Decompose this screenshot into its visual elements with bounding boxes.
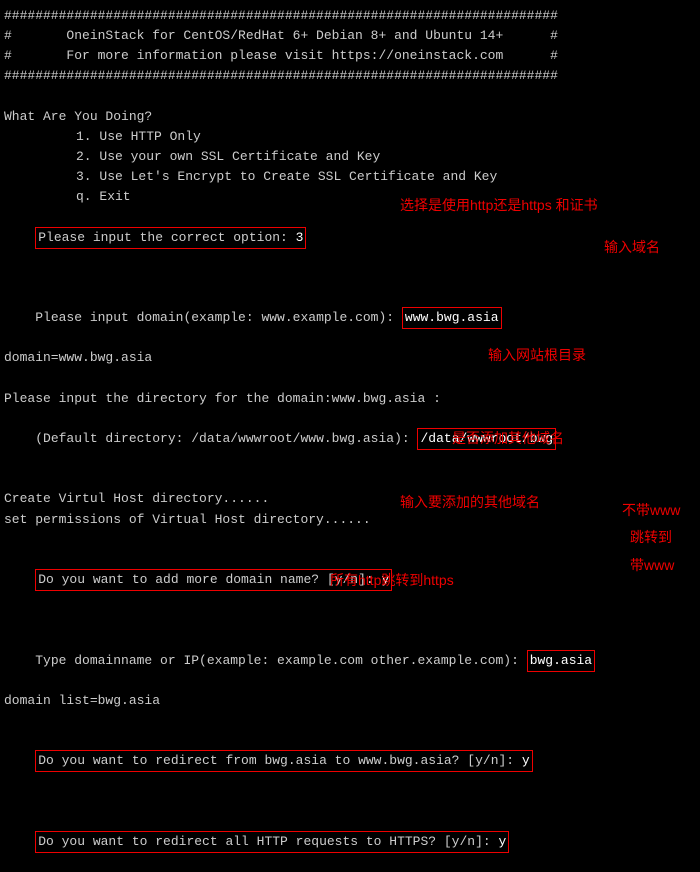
annotation-redirect-3: 带www — [630, 555, 674, 577]
domain-echo: domain=www.bwg.asia — [4, 348, 696, 368]
annotation-redirect-1: 不带www — [622, 500, 680, 522]
annotation-option: 选择是使用http还是https 和证书 — [400, 195, 598, 217]
dir-prompt-1: Please input the directory for the domai… — [4, 389, 696, 409]
redirect-box: Do you want to redirect from bwg.asia to… — [35, 750, 533, 772]
domain-prompt: Please input domain(example: www.example… — [35, 310, 402, 325]
annotation-more: 是否添加其他域名 — [452, 428, 564, 450]
https-prompt: Do you want to redirect all HTTP request… — [38, 834, 498, 849]
domain-input[interactable]: www.bwg.asia — [402, 307, 502, 329]
dir-prompt-2: (Default directory: /data/wwwroot/www.bw… — [35, 431, 417, 446]
option-prompt: Please input the correct option: — [38, 230, 295, 245]
annotation-domain: 输入域名 — [604, 237, 660, 259]
annotation-type-domain: 输入要添加的其他域名 — [400, 492, 540, 514]
menu-option-1: 1. Use HTTP Only — [4, 127, 696, 147]
create-dir-msg: Create Virtul Host directory...... — [4, 489, 696, 509]
annotation-redirect-2: 跳转到 — [630, 527, 672, 549]
banner-border-bottom: ########################################… — [4, 66, 696, 86]
annotation-https: 所有http跳转到https — [330, 570, 454, 592]
menu-option-3: 3. Use Let's Encrypt to Create SSL Certi… — [4, 167, 696, 187]
banner-line-1: # OneinStack for CentOS/RedHat 6+ Debian… — [4, 26, 696, 46]
domain-list: domain list=bwg.asia — [4, 691, 696, 711]
annotation-dir: 输入网站根目录 — [488, 345, 586, 367]
https-input[interactable]: y — [499, 834, 507, 849]
https-box: Do you want to redirect all HTTP request… — [35, 831, 509, 853]
banner-line-2: # For more information please visit http… — [4, 46, 696, 66]
redirect-prompt: Do you want to redirect from bwg.asia to… — [38, 753, 522, 768]
menu-title: What Are You Doing? — [4, 107, 696, 127]
terminal-output: ########################################… — [4, 6, 696, 872]
option-prompt-box: Please input the correct option: 3 — [35, 227, 306, 249]
banner-border-top: ########################################… — [4, 6, 696, 26]
redirect-input[interactable]: y — [522, 753, 530, 768]
option-input[interactable]: 3 — [296, 230, 304, 245]
type-domain-prompt: Type domainname or IP(example: example.c… — [35, 653, 526, 668]
type-domain-input[interactable]: bwg.asia — [527, 650, 595, 672]
set-perm-msg: set permissions of Virtual Host director… — [4, 510, 696, 530]
menu-option-2: 2. Use your own SSL Certificate and Key — [4, 147, 696, 167]
